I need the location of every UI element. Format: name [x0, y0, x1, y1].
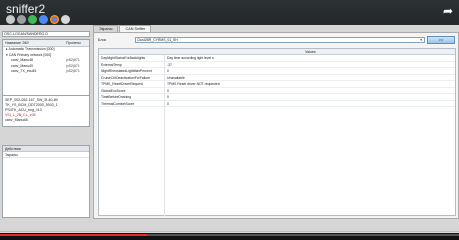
- progress-fill: [0, 234, 147, 236]
- wrench-icon[interactable]: [17, 15, 26, 24]
- column-header-ecu-name: Название ЭБУ: [5, 41, 30, 45]
- column-header-protocols: Пронеты: [66, 41, 81, 45]
- ecu-select[interactable]: Clust2BR_CYRMS_01_SH ▾: [135, 37, 425, 43]
- chrome-icon[interactable]: [50, 15, 59, 24]
- tab-bar: Экраны CAN Sniffer: [93, 25, 152, 32]
- share-icon[interactable]: ➦: [443, 4, 453, 18]
- globe-icon[interactable]: [39, 15, 48, 24]
- refresh-icon[interactable]: [28, 15, 37, 24]
- settings-icon[interactable]: [6, 15, 15, 24]
- video-player-bar: [0, 233, 459, 240]
- search-icon[interactable]: [61, 15, 70, 24]
- can-sniffer-panel: Блок Clust2BR_CYRMS_01_SH ▾ >> Values Da…: [93, 32, 459, 219]
- actions-panel: Действия Экраны: [2, 145, 90, 218]
- sniffer-window: OSC-LOGAN/SANDERO.D Название ЭБУ Пронеты…: [0, 25, 459, 239]
- ecu-label: Блок: [98, 38, 107, 42]
- chevron-down-icon: ▾: [420, 38, 422, 42]
- tree-item[interactable]: canv_TX_ecu45 (x52)671: [3, 69, 89, 75]
- actions-item-screens[interactable]: Экраны: [3, 152, 89, 158]
- ecu-selector-row: Блок Clust2BR_CYRMS_01_SH ▾ >>: [98, 36, 456, 44]
- tab-screens[interactable]: Экраны: [93, 25, 119, 32]
- app-title: sniffer2: [6, 2, 46, 16]
- tab-can-sniffer[interactable]: CAN Sniffer: [119, 25, 152, 32]
- list-item[interactable]: canv_Manu48: [5, 118, 87, 123]
- toolbar-icons: [6, 15, 70, 24]
- table-row[interactable]: ThermalComfortScore 0: [99, 101, 455, 107]
- signals-table: Values DayNightStatusForBacklights Day ti…: [98, 48, 456, 216]
- vehicle-select[interactable]: OSC-LOGAN/SANDERO.D: [2, 31, 90, 37]
- ecu-tree-header: Название ЭБУ Пронеты: [3, 40, 89, 47]
- go-button[interactable]: >>: [427, 36, 455, 44]
- device-list: SEP_002-052-167_SW_5I-40-80 TK_YS_BCM_DD…: [2, 95, 90, 127]
- right-pane: Экраны CAN Sniffer Блок Clust2BR_CYRMS_0…: [93, 25, 459, 219]
- column-divider: [164, 55, 165, 216]
- video-title-bar: sniffer2 ➦: [0, 0, 459, 27]
- ecu-select-value: Clust2BR_CYRMS_01_SH: [137, 38, 178, 42]
- left-pane: OSC-LOGAN/SANDERO.D Название ЭБУ Пронеты…: [0, 25, 92, 219]
